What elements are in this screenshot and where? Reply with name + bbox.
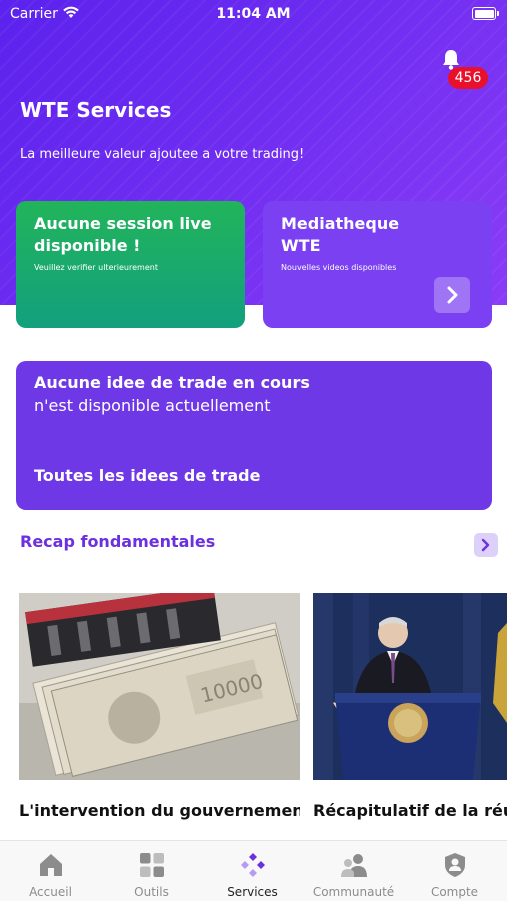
trade-ideas-card[interactable]: Aucune idee de trade en cours n'est disp… — [16, 361, 492, 510]
tab-compte[interactable]: Compte — [404, 841, 505, 901]
live-session-card[interactable]: Aucune session live disponible ! Veuille… — [16, 201, 245, 328]
fed-press-conference-photo — [313, 593, 507, 780]
recap-article-title[interactable]: Récapitulatif de la réunion FOMC 21 Sept… — [313, 798, 507, 824]
page-title: WTE Services — [20, 98, 172, 122]
shield-user-icon — [445, 853, 465, 877]
home-icon — [40, 854, 62, 876]
recap-article-title-text: Récapitulatif de la réunion FOMC 21 Sept… — [313, 801, 507, 820]
recap-see-all-button[interactable] — [474, 533, 498, 557]
clock: 11:04 AM — [216, 6, 291, 22]
recap-article-title[interactable]: L'intervention du gouvernement japonais … — [19, 798, 300, 824]
grid-icon — [140, 853, 164, 877]
trade-ideas-status-text: n'est disponible actuellement — [34, 396, 271, 415]
people-icon — [341, 854, 367, 877]
recap-section-title: Recap fondamentales — [20, 532, 216, 551]
tab-label: Communauté — [312, 885, 395, 899]
tab-accueil[interactable]: Accueil — [0, 841, 101, 901]
chevron-right-icon — [481, 538, 490, 552]
live-session-title: Aucune session live disponible ! — [34, 214, 212, 255]
battery-icon — [472, 7, 499, 20]
page-subtitle: La meilleure valeur ajoutee a votre trad… — [20, 147, 305, 162]
recap-article-image-yen[interactable]: 10000 — [19, 593, 300, 780]
media-library-card[interactable]: Mediatheque WTE Nouvelles videos disponi… — [263, 201, 492, 328]
trade-ideas-status-title: Aucune idee de trade en cours — [34, 373, 310, 392]
notification-badge: 456 — [448, 67, 488, 89]
tab-outils[interactable]: Outils — [101, 841, 202, 901]
all-trade-ideas-link[interactable]: Toutes les idees de trade — [34, 466, 260, 485]
tab-label: Services — [227, 885, 278, 899]
media-library-title: Mediatheque WTE — [281, 214, 400, 255]
diamond-icon — [241, 853, 265, 877]
tab-bar: Accueil Outils Services Communauté Compt… — [0, 840, 507, 901]
live-session-subtitle: Veuillez verifier ulterieurement — [34, 263, 158, 272]
tab-services[interactable]: Services — [202, 841, 303, 901]
tab-label: Accueil — [29, 885, 72, 899]
yen-banknotes-photo: 10000 — [19, 593, 300, 780]
recap-article-image-fomc[interactable] — [313, 593, 507, 780]
chevron-right-icon — [447, 286, 458, 304]
recap-article-title-text: L'intervention du gouvernement japonais … — [19, 801, 300, 820]
tab-label: Compte — [430, 885, 479, 899]
tab-communaute[interactable]: Communauté — [303, 841, 404, 901]
media-open-button[interactable] — [434, 277, 470, 313]
status-bar: Carrier 11:04 AM — [0, 0, 507, 28]
tab-label: Outils — [134, 885, 169, 899]
media-library-subtitle: Nouvelles videos disponibles — [281, 263, 397, 272]
